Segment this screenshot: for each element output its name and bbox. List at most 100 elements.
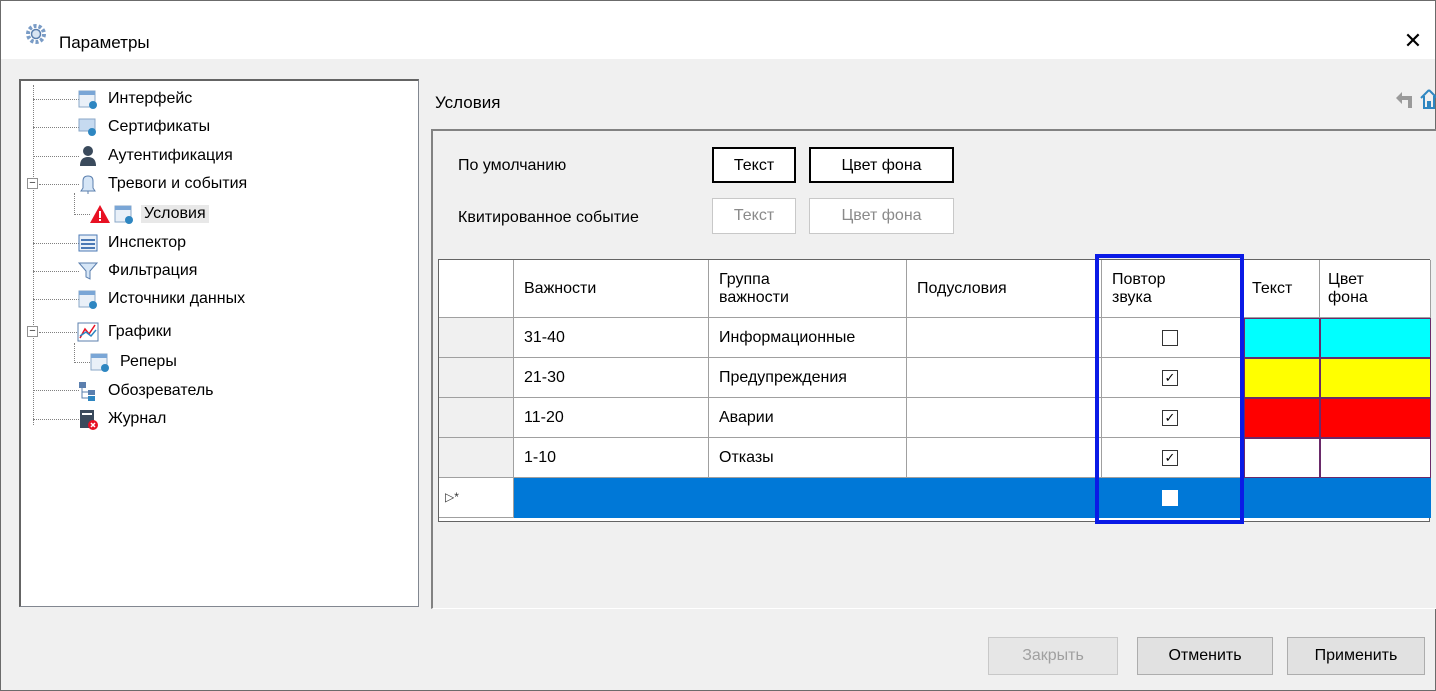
tree-item-label: Источники данных xyxy=(108,290,246,307)
tree-item-label: Аутентификация xyxy=(108,147,233,164)
warning-icon xyxy=(90,205,110,223)
header-bg-color[interactable]: Цвет фона xyxy=(1320,260,1431,318)
tree-item-label: Тревоги и события xyxy=(108,175,248,192)
acknowledged-label: Квитированное событие xyxy=(458,209,639,226)
gear-icon xyxy=(26,24,46,44)
bg-color-swatch[interactable] xyxy=(1320,358,1431,398)
row-header[interactable] xyxy=(439,358,514,398)
default-label: По умолчанию xyxy=(458,157,567,174)
tree-item-interface[interactable]: Интерфейс xyxy=(77,85,195,113)
header-label: Важности xyxy=(524,279,597,297)
tree-item-browser[interactable]: Обозреватель xyxy=(77,377,217,405)
text-color-swatch[interactable] xyxy=(1244,438,1320,478)
tree-item-label: Реперы xyxy=(120,353,177,370)
bg-color-swatch[interactable] xyxy=(1320,438,1431,478)
cell-subconditions[interactable] xyxy=(907,438,1102,478)
default-bg-color-button[interactable]: Цвет фона xyxy=(809,147,954,183)
cell-severity[interactable] xyxy=(514,478,709,518)
cell-subconditions[interactable] xyxy=(907,358,1102,398)
bg-color-swatch[interactable] xyxy=(1320,318,1431,358)
header-label: Текст xyxy=(1252,279,1293,297)
close-button[interactable]: Закрыть xyxy=(988,637,1118,675)
collapse-alarms-button[interactable]: − xyxy=(27,178,38,189)
tree-item-label: Сертификаты xyxy=(108,118,211,135)
cell-severity[interactable]: 1-10 xyxy=(514,438,709,478)
chart-icon xyxy=(77,322,99,342)
tree-item-label: Графики xyxy=(108,323,172,340)
tree-item-alarms-events[interactable]: Тревоги и события xyxy=(77,170,250,198)
tree-item-inspector[interactable]: Инспектор xyxy=(77,229,189,257)
tree-item-charts[interactable]: Графики xyxy=(77,318,175,346)
tree-item-journal[interactable]: Журнал xyxy=(77,405,169,433)
cancel-button[interactable]: Отменить xyxy=(1137,637,1273,675)
home-icon[interactable] xyxy=(1419,88,1436,110)
cell-severity[interactable]: 21-30 xyxy=(514,358,709,398)
back-arrow-icon[interactable] xyxy=(1394,90,1416,108)
tree-item-certificates[interactable]: Сертификаты xyxy=(77,113,213,141)
tree-item-label: Обозреватель xyxy=(108,382,214,399)
ack-text-color-button[interactable]: Текст xyxy=(712,198,796,234)
data-sources-icon xyxy=(78,290,97,309)
collapse-charts-button[interactable]: − xyxy=(27,326,38,337)
cell-group[interactable]: Предупреждения xyxy=(709,358,907,398)
row-header[interactable] xyxy=(439,398,514,438)
bg-color-swatch[interactable] xyxy=(1320,478,1431,518)
cell-subconditions[interactable] xyxy=(907,318,1102,358)
certificate-icon xyxy=(78,118,96,136)
text-color-swatch[interactable] xyxy=(1244,398,1320,438)
header-severity[interactable]: Важности xyxy=(514,260,709,318)
repeat-sound-highlight xyxy=(1095,254,1244,524)
tree-item-label: Интерфейс xyxy=(108,90,193,107)
settings-window: Параметры ✕ − − Интерфейс Сертификаты Ау… xyxy=(0,0,1436,691)
cell-group[interactable]: Информационные xyxy=(709,318,907,358)
tree-item-authentication[interactable]: Аутентификация xyxy=(77,142,236,170)
settings-tree: − − Интерфейс Сертификаты Аутентификация… xyxy=(19,79,419,607)
title-bar: Параметры ✕ xyxy=(1,1,1435,59)
header-label: Цвет фона xyxy=(1328,270,1368,306)
tree-item-filtering[interactable]: Фильтрация xyxy=(77,257,200,285)
header-group[interactable]: Группа важности xyxy=(709,260,907,318)
markers-icon xyxy=(90,353,109,372)
cell-group[interactable]: Отказы xyxy=(709,438,907,478)
tree-item-conditions[interactable]: Условия xyxy=(89,200,209,228)
header-label: Подусловия xyxy=(917,279,1007,297)
text-color-swatch[interactable] xyxy=(1244,478,1320,518)
text-color-swatch[interactable] xyxy=(1244,318,1320,358)
inspector-icon xyxy=(78,234,98,252)
new-row-header[interactable]: ▷* xyxy=(439,478,514,518)
cell-severity[interactable]: 11-20 xyxy=(514,398,709,438)
text-color-swatch[interactable] xyxy=(1244,358,1320,398)
browser-icon xyxy=(79,382,95,401)
default-text-color-button[interactable]: Текст xyxy=(712,147,796,183)
conditions-icon xyxy=(114,205,133,224)
header-subconditions[interactable]: Подусловия xyxy=(907,260,1102,318)
tree-item-data-sources[interactable]: Источники данных xyxy=(77,285,248,313)
filter-icon xyxy=(77,262,99,280)
conditions-grid: Важности Группа важности Подусловия Повт… xyxy=(438,259,1431,522)
tree-item-label: Условия xyxy=(141,205,209,223)
tree-item-label: Журнал xyxy=(108,410,167,427)
bell-icon xyxy=(80,175,96,194)
row-header-corner xyxy=(439,260,514,318)
header-text-color[interactable]: Текст xyxy=(1244,260,1320,318)
user-icon xyxy=(80,146,96,166)
window-title: Параметры xyxy=(59,33,150,52)
tree-item-markers[interactable]: Реперы xyxy=(89,348,180,376)
apply-button[interactable]: Применить xyxy=(1287,637,1425,675)
journal-icon xyxy=(80,410,98,430)
cell-subconditions[interactable] xyxy=(907,398,1102,438)
bg-color-swatch[interactable] xyxy=(1320,398,1431,438)
header-label: Группа важности xyxy=(719,270,789,306)
row-header[interactable] xyxy=(439,318,514,358)
cell-subconditions[interactable] xyxy=(907,478,1102,518)
panel-title: Условия xyxy=(435,93,501,112)
tree-item-label: Инспектор xyxy=(108,234,187,251)
row-header[interactable] xyxy=(439,438,514,478)
cell-group[interactable]: Аварии xyxy=(709,398,907,438)
close-window-button[interactable]: ✕ xyxy=(1399,27,1427,55)
cell-severity[interactable]: 31-40 xyxy=(514,318,709,358)
ack-bg-color-button[interactable]: Цвет фона xyxy=(809,198,954,234)
interface-settings-icon xyxy=(78,90,97,109)
cell-group[interactable] xyxy=(709,478,907,518)
new-row-marker-icon: ▷* xyxy=(445,490,459,504)
